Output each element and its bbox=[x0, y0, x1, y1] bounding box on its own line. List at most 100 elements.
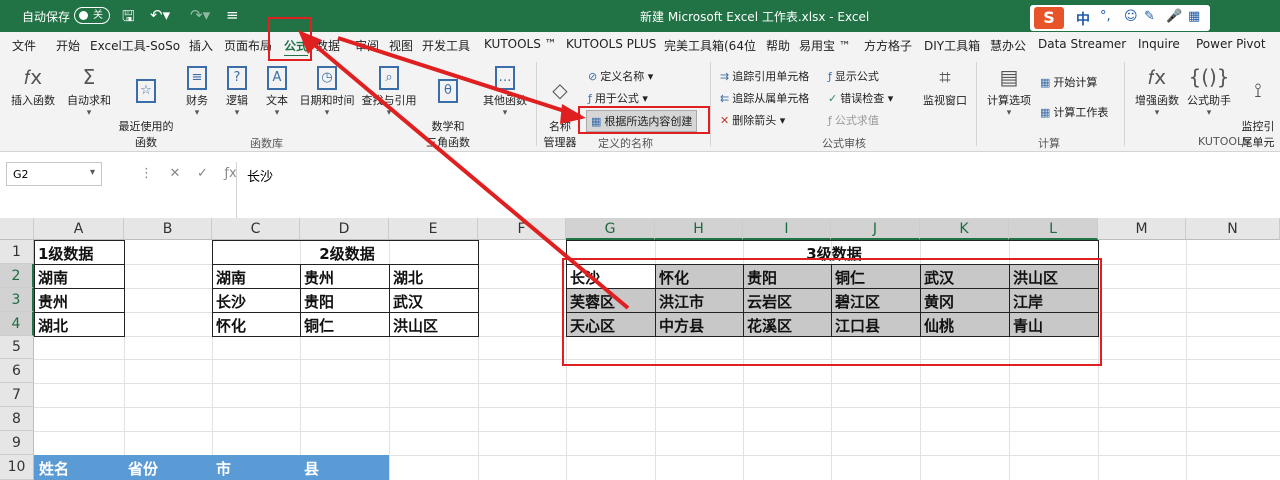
enhanced-functions-button[interactable]: 𝑓x 增强函数 ▾ bbox=[1132, 62, 1182, 118]
redo-icon[interactable]: ↷▾ bbox=[190, 6, 210, 24]
tab-view[interactable]: 视图 bbox=[389, 37, 413, 54]
tab-developer[interactable]: 开发工具 bbox=[422, 37, 470, 54]
cancel-icon[interactable]: ✕ bbox=[170, 166, 181, 181]
tab-kutools[interactable]: KUTOOLS ™ bbox=[484, 37, 557, 51]
error-checking-button[interactable]: ✓ 错误检查 ▾ bbox=[828, 90, 893, 106]
cell-c10[interactable]: 市 bbox=[213, 458, 231, 479]
row-header-2[interactable]: 2 bbox=[0, 264, 34, 288]
select-all-corner[interactable] bbox=[0, 218, 34, 240]
col-header-e[interactable]: E bbox=[389, 218, 478, 240]
tab-power-pivot[interactable]: Power Pivot bbox=[1196, 37, 1266, 51]
fx-icon[interactable]: ƒx bbox=[224, 166, 236, 181]
logical-button[interactable]: ? 逻辑 ▾ bbox=[220, 62, 254, 118]
mic-icon[interactable]: 🎤 bbox=[1166, 9, 1182, 24]
lookup-button[interactable]: ⌕ 查找与引用 ▾ bbox=[358, 62, 420, 118]
col-header-k[interactable]: K bbox=[920, 218, 1009, 240]
tab-data-streamer[interactable]: Data Streamer bbox=[1038, 37, 1126, 51]
save-icon[interactable]: 🖫 bbox=[122, 6, 135, 31]
tab-kutools-plus[interactable]: KUTOOLS PLUS bbox=[566, 37, 656, 51]
cell-e4[interactable]: 洪山区 bbox=[390, 315, 438, 336]
recent-functions-button[interactable]: ☆ 最近使用的 函数 bbox=[118, 62, 174, 150]
name-manager-button[interactable]: ◇ 名称 管理器 bbox=[542, 62, 578, 150]
emoji-icon[interactable]: ☺ bbox=[1124, 9, 1138, 24]
cell-c1[interactable]: 2级数据 bbox=[212, 243, 479, 264]
col-header-b[interactable]: B bbox=[124, 218, 212, 240]
calc-now-button[interactable]: ▦ 开始计算 bbox=[1040, 74, 1097, 90]
cell-d10[interactable]: 县 bbox=[301, 458, 319, 479]
cell-a10[interactable]: 姓名 bbox=[36, 458, 69, 479]
undo-icon[interactable]: ↶▾ bbox=[150, 6, 170, 24]
tab-huibangong[interactable]: 慧办公 bbox=[990, 37, 1026, 54]
tab-perfect-toolbox[interactable]: 完美工具箱(64位 bbox=[664, 37, 756, 54]
tab-file[interactable]: 文件 bbox=[12, 37, 36, 54]
row-header-1[interactable]: 1 bbox=[0, 240, 34, 264]
row-header-3[interactable]: 3 bbox=[0, 288, 34, 312]
ime-lang[interactable]: 中 bbox=[1076, 9, 1090, 29]
tab-insert[interactable]: 插入 bbox=[189, 37, 213, 54]
name-box[interactable]: G2 bbox=[6, 162, 102, 186]
formula-input[interactable]: 长沙 bbox=[236, 162, 1276, 218]
col-header-f[interactable]: F bbox=[478, 218, 566, 240]
punct-icon[interactable]: °, bbox=[1100, 9, 1111, 24]
row-header-6[interactable]: 6 bbox=[0, 359, 34, 383]
define-name-button[interactable]: ⊘ 定义名称 ▾ bbox=[588, 68, 653, 84]
cell-a4[interactable]: 湖北 bbox=[35, 315, 68, 336]
cell-e3[interactable]: 武汉 bbox=[390, 291, 423, 312]
tab-excel-soso[interactable]: Excel工具-SoSo bbox=[90, 37, 180, 54]
autosave-toggle[interactable]: 关 bbox=[74, 7, 110, 24]
col-header-a[interactable]: A bbox=[34, 218, 124, 240]
calc-sheet-button[interactable]: ▦ 计算工作表 bbox=[1040, 104, 1108, 120]
cell-a1[interactable]: 1级数据 bbox=[35, 243, 93, 264]
tab-home[interactable]: 开始 bbox=[56, 37, 80, 54]
cell-e2[interactable]: 湖北 bbox=[390, 267, 423, 288]
financial-button[interactable]: ≡ 财务 ▾ bbox=[180, 62, 214, 118]
enter-icon[interactable]: ✓ bbox=[197, 166, 208, 181]
col-header-i[interactable]: I bbox=[743, 218, 831, 240]
calc-options-button[interactable]: ▤ 计算选项 ▾ bbox=[984, 62, 1034, 118]
text-button[interactable]: A 文本 ▾ bbox=[260, 62, 294, 118]
tab-help[interactable]: 帮助 bbox=[766, 37, 790, 54]
cell-d4[interactable]: 铜仁 bbox=[301, 315, 334, 336]
remove-arrows-button[interactable]: ✕ 删除箭头 ▾ bbox=[720, 112, 785, 128]
col-header-g[interactable]: G bbox=[566, 218, 655, 240]
cell-c2[interactable]: 湖南 bbox=[213, 267, 246, 288]
use-in-formula-button[interactable]: ƒ 用于公式 ▾ bbox=[588, 90, 648, 106]
tab-review[interactable]: 审阅 bbox=[355, 37, 379, 54]
col-header-j[interactable]: J bbox=[831, 218, 920, 240]
row-header-10[interactable]: 10 bbox=[0, 455, 34, 480]
row-header-5[interactable]: 5 bbox=[0, 336, 34, 359]
more-functions-button[interactable]: … 其他函数 ▾ bbox=[480, 62, 530, 118]
cell-a2[interactable]: 湖南 bbox=[35, 267, 68, 288]
watch-window-button[interactable]: ⌗ 监视窗口 bbox=[920, 62, 970, 108]
col-header-c[interactable]: C bbox=[212, 218, 300, 240]
tab-data[interactable]: 数据 bbox=[316, 37, 340, 54]
tab-diy[interactable]: DIY工具箱 bbox=[924, 37, 980, 54]
trace-dependents-button[interactable]: ⇇ 追踪从属单元格 bbox=[720, 90, 809, 106]
evaluate-formula-button[interactable]: ƒ 公式求值 bbox=[828, 112, 879, 128]
math-trig-button[interactable]: θ 数学和 三角函数 bbox=[418, 62, 478, 150]
col-header-h[interactable]: H bbox=[655, 218, 743, 240]
ime-toolbar[interactable]: S 中 °, ☺ ✎ 🎤 ▦ bbox=[1030, 5, 1210, 31]
show-formulas-button[interactable]: ƒ 显示公式 bbox=[828, 68, 879, 84]
grid-icon[interactable]: ▦ bbox=[1188, 9, 1200, 24]
formula-helper-button[interactable]: {()} 公式助手 ▾ bbox=[1184, 62, 1234, 118]
tab-fangfang[interactable]: 方方格子 bbox=[864, 37, 912, 54]
tab-inquire[interactable]: Inquire bbox=[1138, 37, 1180, 51]
cell-b10[interactable]: 省份 bbox=[125, 458, 158, 479]
cell-d3[interactable]: 贵阳 bbox=[301, 291, 334, 312]
col-header-d[interactable]: D bbox=[300, 218, 389, 240]
col-header-m[interactable]: M bbox=[1098, 218, 1186, 240]
cell-d2[interactable]: 贵州 bbox=[301, 267, 334, 288]
row-header-8[interactable]: 8 bbox=[0, 407, 34, 431]
cell-c4[interactable]: 怀化 bbox=[213, 315, 246, 336]
customize-qat-icon[interactable]: ≡ bbox=[226, 6, 239, 24]
cell-c3[interactable]: 长沙 bbox=[213, 291, 246, 312]
tab-yiyongbao[interactable]: 易用宝 ™ bbox=[799, 37, 851, 54]
row-header-9[interactable]: 9 bbox=[0, 431, 34, 455]
insert-function-button[interactable]: 𝑓x 插入函数 bbox=[8, 62, 58, 108]
datetime-button[interactable]: ◷ 日期和时间 ▾ bbox=[298, 62, 356, 118]
pen-icon[interactable]: ✎ bbox=[1144, 9, 1155, 24]
col-header-n[interactable]: N bbox=[1186, 218, 1280, 240]
trace-precedents-button[interactable]: ⇉ 追踪引用单元格 bbox=[720, 68, 809, 84]
row-header-7[interactable]: 7 bbox=[0, 383, 34, 407]
